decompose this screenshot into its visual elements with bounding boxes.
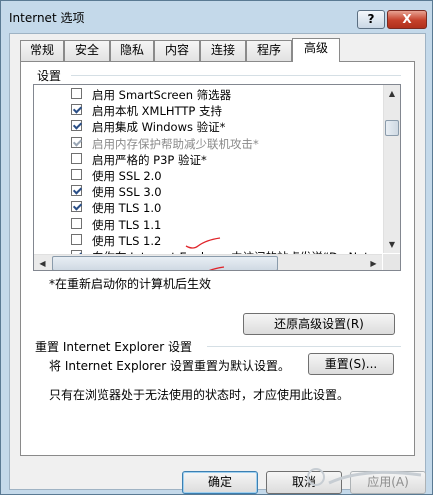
reset-group-divider xyxy=(207,346,401,347)
reset-note: 只有在浏览器处于无法使用的状态时，才应使用此设置。 xyxy=(49,388,350,402)
internet-options-window: Internet 选项 ? X 常规 安全 隐私 内容 连接 程序 高级 设置 启用 Sma… xyxy=(0,0,433,495)
settings-list[interactable]: 启用 SmartScreen 筛选器 启用本机 XMLHTTP 支持 启用集成 Wi… xyxy=(33,84,401,271)
setting-label: 使用 SSL 3.0 xyxy=(92,185,162,200)
setting-checkbox[interactable] xyxy=(71,217,82,229)
horizontal-scrollbar[interactable]: ◀ ▶ xyxy=(34,254,382,270)
tab-4[interactable]: 连接 xyxy=(200,40,246,61)
setting-checkbox[interactable] xyxy=(71,201,82,213)
settings-list-item[interactable]: 启用严格的 P3P 验证* xyxy=(34,151,382,168)
tab-1[interactable]: 安全 xyxy=(64,40,110,61)
title-bar[interactable]: Internet 选项 ? X xyxy=(1,1,432,31)
setting-label: 使用 TLS 1.0 xyxy=(92,201,162,216)
setting-label: 使用 TLS 1.1 xyxy=(92,217,162,232)
scroll-up-arrow-icon[interactable]: ▲ xyxy=(384,85,400,102)
settings-list-item[interactable]: 使用 TLS 1.1 xyxy=(34,216,382,233)
settings-group-label: 设置 xyxy=(37,69,62,83)
window-title: Internet 选项 xyxy=(9,11,85,25)
setting-label: 启用本机 XMLHTTP 支持 xyxy=(92,104,222,119)
setting-checkbox[interactable] xyxy=(71,169,82,180)
scroll-right-arrow-icon[interactable]: ▶ xyxy=(365,255,382,270)
tab-3[interactable]: 内容 xyxy=(154,40,200,61)
vertical-scrollbar[interactable]: ▲ ▼ xyxy=(383,85,400,253)
scroll-left-arrow-icon[interactable]: ◀ xyxy=(34,255,51,270)
scroll-down-arrow-icon[interactable]: ▼ xyxy=(384,236,400,253)
tab-6[interactable]: 高级 xyxy=(292,38,340,62)
tab-0[interactable]: 常规 xyxy=(20,40,64,61)
vertical-scroll-thumb[interactable] xyxy=(385,119,399,136)
setting-label: 使用 TLS 1.2 xyxy=(92,233,162,248)
advanced-tab-panel: 设置 启用 SmartScreen 筛选器 启用本机 XMLHTTP 支持 启用集成… xyxy=(20,61,415,456)
reset-description: 将 Internet Explorer 设置重置为默认设置。 xyxy=(49,359,291,373)
tab-5[interactable]: 程序 xyxy=(246,40,292,61)
reset-button[interactable]: 重置(S)... xyxy=(308,353,394,375)
settings-list-item[interactable]: 使用 TLS 1.2 xyxy=(34,232,382,249)
setting-label: 启用严格的 P3P 验证* xyxy=(92,152,207,167)
setting-label: 启用内存保护帮助减少联机攻击* xyxy=(92,136,259,151)
settings-list-item[interactable]: 启用内存保护帮助减少联机攻击* xyxy=(34,135,382,152)
settings-list-item[interactable]: 使用 SSL 3.0 xyxy=(34,183,382,200)
setting-label: 启用集成 Windows 验证* xyxy=(92,120,226,135)
watermark-paw-icon xyxy=(307,468,325,486)
setting-checkbox[interactable] xyxy=(71,104,82,116)
restart-note: *在重新启动你的计算机后生效 xyxy=(49,277,212,291)
setting-checkbox[interactable] xyxy=(71,88,82,99)
settings-group-divider xyxy=(71,75,401,76)
dialog-client-area: 常规 安全 隐私 内容 连接 程序 高级 设置 启用 SmartScreen 筛选器 启用本机… xyxy=(9,33,426,494)
settings-list-item[interactable]: 启用集成 Windows 验证* xyxy=(34,118,382,135)
setting-checkbox[interactable] xyxy=(71,233,82,245)
restore-advanced-settings-button[interactable]: 还原高级设置(R) xyxy=(243,313,395,335)
setting-checkbox[interactable] xyxy=(71,152,82,164)
watermark-swoosh xyxy=(328,470,422,485)
ok-button[interactable]: 确定 xyxy=(182,471,258,494)
settings-list-item[interactable]: 使用 TLS 1.0 xyxy=(34,199,382,216)
setting-label: 启用 SmartScreen 筛选器 xyxy=(92,88,232,102)
help-button[interactable]: ? xyxy=(357,10,385,29)
settings-list-item[interactable]: 启用 SmartScreen 筛选器 xyxy=(34,86,382,103)
baidu-watermark-logo xyxy=(307,468,422,486)
setting-checkbox[interactable] xyxy=(71,120,82,132)
settings-list-rows: 启用 SmartScreen 筛选器 启用本机 XMLHTTP 支持 启用集成 Wi… xyxy=(34,85,382,254)
settings-list-item[interactable]: 启用本机 XMLHTTP 支持 xyxy=(34,102,382,119)
close-button[interactable]: X xyxy=(387,10,427,29)
settings-list-item[interactable]: 使用 SSL 2.0 xyxy=(34,167,382,184)
tab-2[interactable]: 隐私 xyxy=(110,40,154,61)
setting-checkbox[interactable] xyxy=(71,136,82,148)
reset-group-label: 重置 Internet Explorer 设置 xyxy=(35,340,193,354)
setting-label: 使用 SSL 2.0 xyxy=(92,169,162,183)
setting-checkbox[interactable] xyxy=(71,185,82,197)
scrollbar-corner xyxy=(383,254,400,270)
horizontal-scroll-thumb[interactable] xyxy=(52,256,278,270)
